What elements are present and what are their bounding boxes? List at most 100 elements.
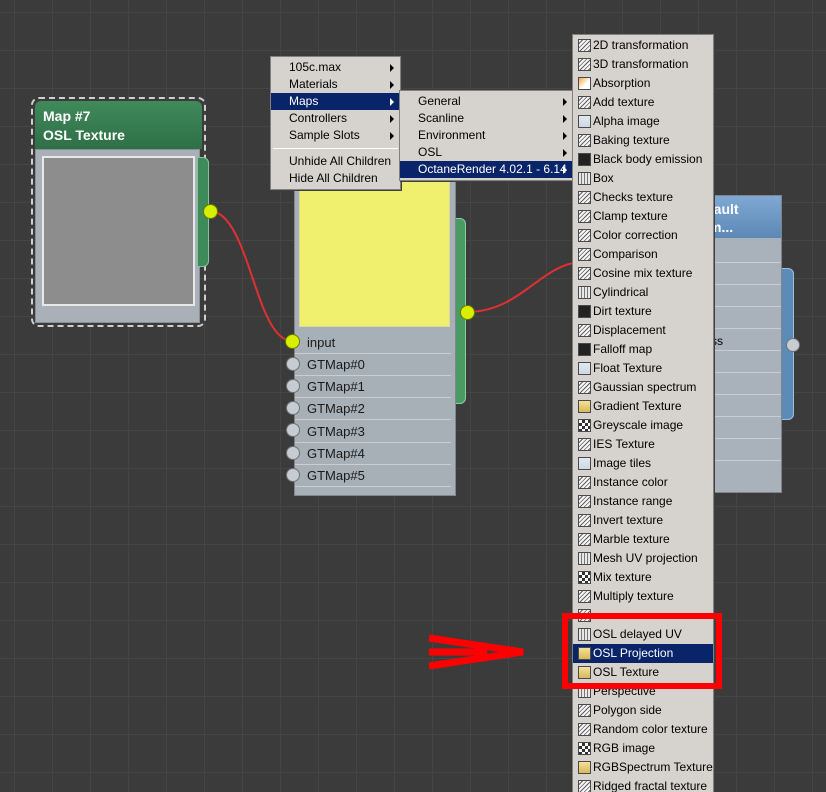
menu-item-rgbspectrum-texture[interactable]: RGBSpectrum Texture [573,758,713,777]
texture-icon [578,590,591,603]
node-map7-preview [42,156,195,306]
menu-item-environment[interactable]: Environment [400,127,573,144]
menu-item-comparison[interactable]: Comparison [573,245,713,264]
menu-item-label: Float Texture [593,361,663,375]
menu-item-label: RGBSpectrum Texture [593,760,713,774]
menu-item-label: Mesh UV projection [593,551,698,565]
menu-item-image-tiles[interactable]: Image tiles [573,454,713,473]
menu-item-label: Baking texture [593,133,670,147]
menu-item-mesh-uv-projection[interactable]: Mesh UV projection [573,549,713,568]
menu-item-clamp-texture[interactable]: Clamp texture [573,207,713,226]
menu-item-label: OSL [418,145,443,159]
menu-item-invert-texture[interactable]: Invert texture [573,511,713,530]
menu-item-label: Gaussian spectrum [593,380,697,394]
menu-item-gaussian-spectrum[interactable]: Gaussian spectrum [573,378,713,397]
menu-item-cylindrical[interactable]: Cylindrical [573,283,713,302]
menu-item-label: Box [593,171,614,185]
menu-item-label: General [418,94,461,108]
menu-item-label: Displacement [593,323,666,337]
menu-item-box[interactable]: Box [573,169,713,188]
menu-item-controllers[interactable]: Controllers [271,110,400,127]
menu-item-label: Controllers [289,111,348,125]
menu-item-2d-transformation[interactable]: 2D transformation [573,36,713,55]
menu-item-scanline[interactable]: Scanline [400,110,573,127]
texture-icon [578,134,591,147]
submenu-arrow-icon [563,166,567,174]
gtmap4-port[interactable] [286,446,300,460]
menu-item-checks-texture[interactable]: Checks texture [573,188,713,207]
texture-icon [578,96,591,109]
node-mid-output-port[interactable] [460,305,475,320]
menu-item-unhide-all[interactable]: Unhide All Children [271,153,400,170]
menu-item-greyscale-image[interactable]: Greyscale image [573,416,713,435]
texture-icon [578,514,591,527]
slot-gtmap5[interactable]: GTMap#5 [295,465,451,487]
menu-item-instance-color[interactable]: Instance color [573,473,713,492]
menu-item-label: Scanline [418,111,465,125]
menu-item-label: Image tiles [593,456,652,470]
menu-item-hide-all[interactable]: Hide All Children [271,170,400,187]
wire-map7-to-input [210,210,293,342]
menu-item-label: Absorption [593,76,651,90]
menu-item-ies-texture[interactable]: IES Texture [573,435,713,454]
texture-icon [578,191,591,204]
node-right-output-port[interactable] [786,338,800,352]
slot-input[interactable]: input [295,332,451,354]
menu-item-label: OctaneRender 4.02.1 - 6.14 [418,162,567,176]
input-port[interactable] [285,334,300,349]
menu-item-falloff-map[interactable]: Falloff map [573,340,713,359]
texture-icon [578,267,591,280]
menu-item-float-texture[interactable]: Float Texture [573,359,713,378]
slot-gtmap3[interactable]: GTMap#3 [295,421,451,443]
menu-item-maps[interactable]: Maps [271,93,400,110]
menu-item-label: Falloff map [593,342,653,356]
node-map7-output-port[interactable] [203,204,218,219]
menu-item-general[interactable]: General [400,93,573,110]
gtmap2-port[interactable] [286,401,300,415]
texture-icon [578,533,591,546]
slot-gtmap1[interactable]: GTMap#1 [295,376,451,398]
menu-item-label: Hide All Children [289,171,378,185]
menu-item-color-correction[interactable]: Color correction [573,226,713,245]
menu-item-displacement[interactable]: Displacement [573,321,713,340]
menu-item-alpha-image[interactable]: Alpha image [573,112,713,131]
menu-item-materials[interactable]: Materials [271,76,400,93]
menu-item-label: Color correction [593,228,678,242]
menu-item-rgb-image[interactable]: RGB image [573,739,713,758]
node-map7-title: Map #7 [43,108,91,124]
menu-item-105c[interactable]: 105c.max [271,59,400,76]
menu-item-osl[interactable]: OSL [400,144,573,161]
node-map7-header[interactable]: Map #7 OSL Texture [35,101,202,149]
slot-gtmap2[interactable]: GTMap#2 [295,398,451,420]
gtmap3-port[interactable] [286,423,300,437]
menu-item-random-color-texture[interactable]: Random color texture [573,720,713,739]
submenu-arrow-icon [563,149,567,157]
menu-item-octanerender[interactable]: OctaneRender 4.02.1 - 6.14 [400,161,573,178]
texture-icon [578,381,591,394]
texture-icon [578,324,591,337]
gtmap5-port[interactable] [286,468,300,482]
menu-item-multiply-texture[interactable]: Multiply texture [573,587,713,606]
submenu-arrow-icon [390,98,394,106]
gtmap1-port[interactable] [286,379,300,393]
menu-item-cosine-mix-texture[interactable]: Cosine mix texture [573,264,713,283]
menu-item-3d-transformation[interactable]: 3D transformation [573,55,713,74]
menu-item-gradient-texture[interactable]: Gradient Texture [573,397,713,416]
menu-item-black-body-emission[interactable]: Black body emission [573,150,713,169]
slot-gtmap0[interactable]: GTMap#0 [295,354,451,376]
menu-item-instance-range[interactable]: Instance range [573,492,713,511]
menu-item-absorption[interactable]: Absorption [573,74,713,93]
menu-item-add-texture[interactable]: Add texture [573,93,713,112]
menu-item-marble-texture[interactable]: Marble texture [573,530,713,549]
node-map7[interactable]: Map #7 OSL Texture [31,97,206,327]
submenu-arrow-icon [390,81,394,89]
node-mid[interactable]: input GTMap#0 GTMap#1 GTMap#2 GTMap#3 GT… [294,170,456,496]
menu-item-sample-slots[interactable]: Sample Slots [271,127,400,144]
menu-item-baking-texture[interactable]: Baking texture [573,131,713,150]
menu-item-dirt-texture[interactable]: Dirt texture [573,302,713,321]
gtmap0-port[interactable] [286,357,300,371]
menu-item-polygon-side[interactable]: Polygon side [573,701,713,720]
slot-gtmap4[interactable]: GTMap#4 [295,443,451,465]
menu-item-ridged-fractal-texture[interactable]: Ridged fractal texture [573,777,713,792]
menu-item-mix-texture[interactable]: Mix texture [573,568,713,587]
